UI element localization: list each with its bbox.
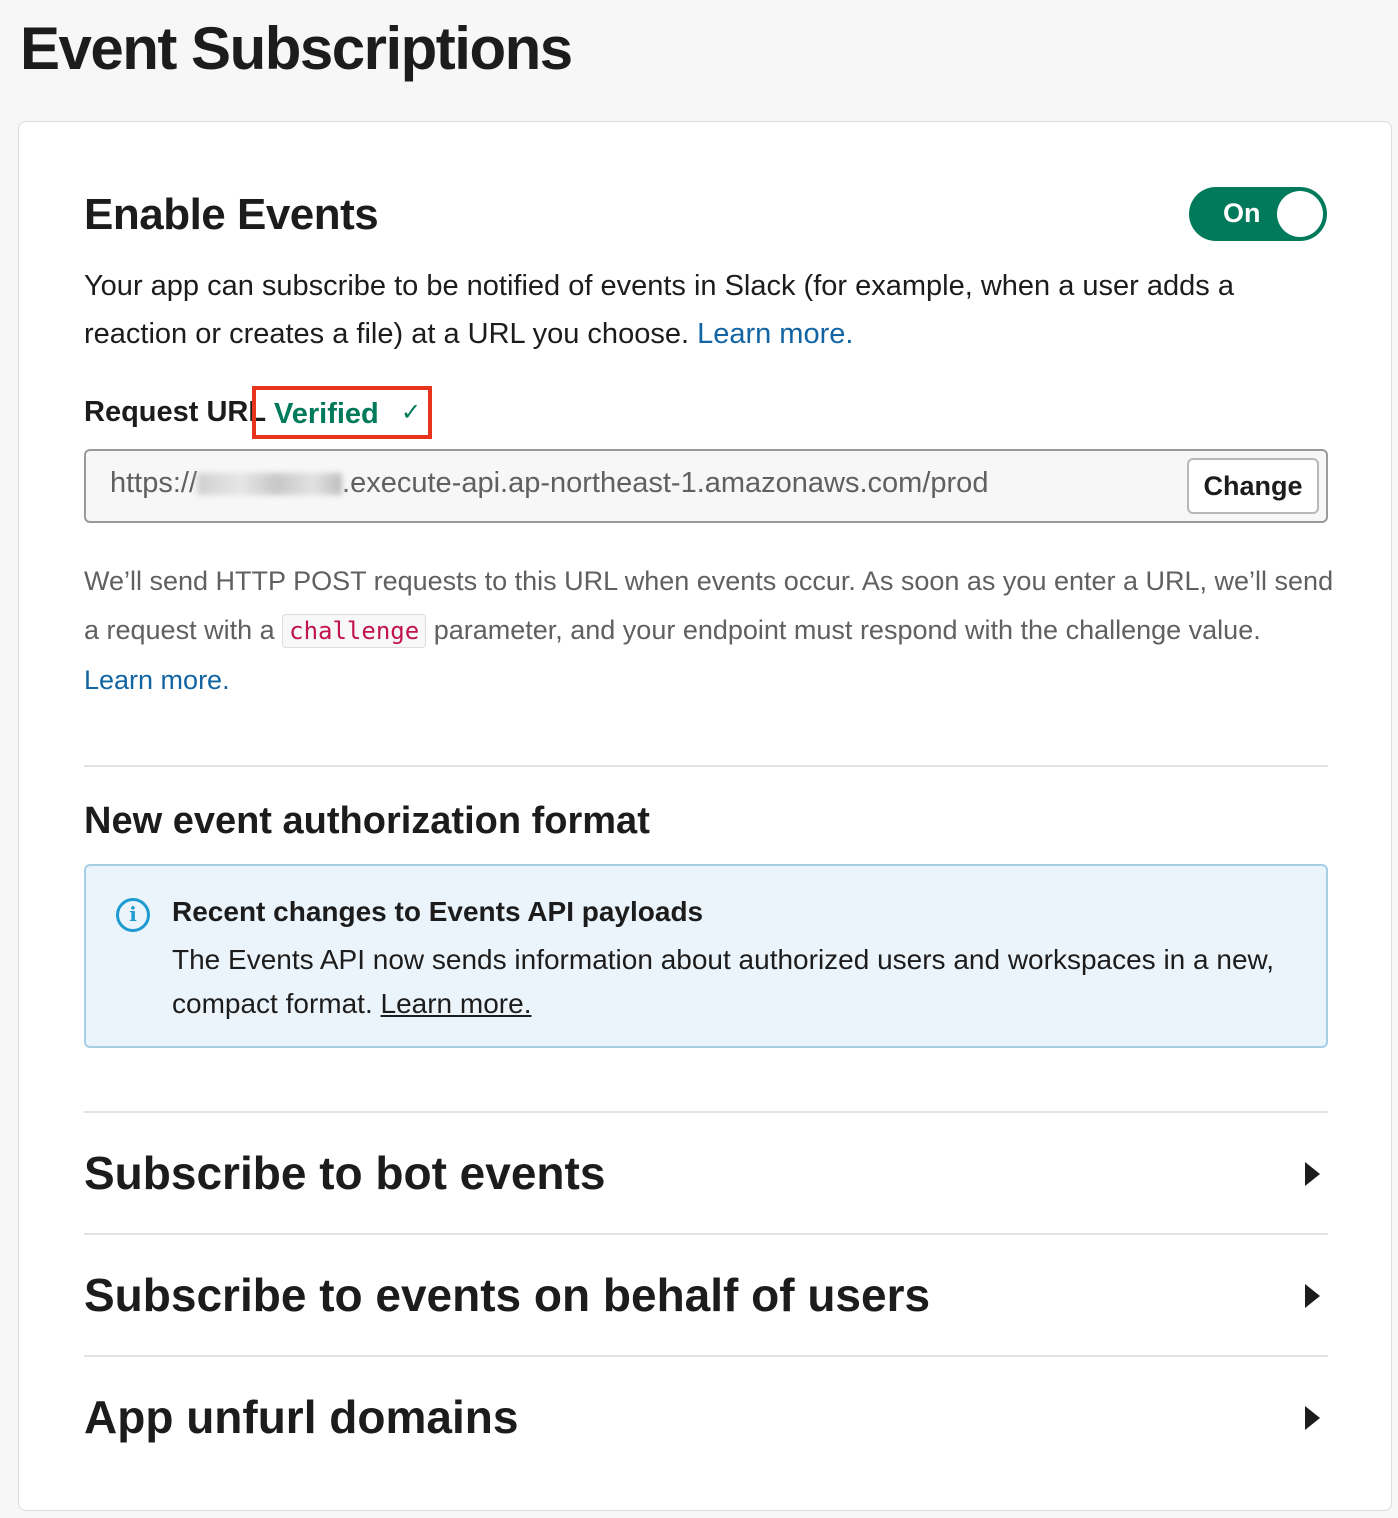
info-notice-body: The Events API now sends information abo…	[172, 938, 1292, 1026]
change-url-button[interactable]: Change	[1187, 458, 1319, 514]
request-url-field: https:// .execute-api.ap-northeast-1.amaz…	[84, 449, 1328, 523]
description-text: Your app can subscribe to be notified of…	[84, 270, 1234, 350]
info-learn-more-link[interactable]: Learn more.	[381, 988, 532, 1019]
auth-format-title: New event authorization format	[84, 800, 650, 842]
request-url-label: Request URL	[84, 396, 267, 428]
url-suffix: .execute-api.ap-northeast-1.amazonaws.co…	[342, 467, 989, 499]
request-url-value: https:// .execute-api.ap-northeast-1.amaz…	[110, 467, 988, 500]
help-learn-more-link[interactable]: Learn more.	[84, 665, 230, 695]
toggle-label: On	[1223, 198, 1261, 228]
caret-right-icon	[1305, 1284, 1320, 1308]
enable-events-toggle[interactable]: On	[1189, 187, 1327, 241]
checkmark-icon: ✓	[401, 399, 422, 426]
info-notice-text: The Events API now sends information abo…	[172, 944, 1274, 1019]
section-user-events[interactable]: Subscribe to events on behalf of users	[84, 1234, 1328, 1354]
section-title: Subscribe to events on behalf of users	[84, 1269, 931, 1321]
learn-more-link[interactable]: Learn more.	[697, 318, 853, 350]
toggle-knob	[1277, 191, 1323, 237]
section-title: App unfurl domains	[84, 1391, 519, 1443]
event-subscriptions-card: Enable Events On Your app can subscribe …	[18, 121, 1392, 1511]
caret-right-icon	[1305, 1406, 1320, 1430]
verified-status: Verified	[274, 398, 379, 430]
enable-events-description: Your app can subscribe to be notified of…	[84, 262, 1334, 358]
info-icon: i	[116, 898, 150, 932]
challenge-code: challenge	[282, 614, 427, 648]
info-notice-title: Recent changes to Events API payloads	[172, 896, 704, 927]
redacted-url-segment	[197, 473, 343, 496]
url-prefix: https://	[110, 467, 198, 499]
section-title: Subscribe to bot events	[84, 1147, 606, 1199]
page-title: Event Subscriptions	[20, 15, 573, 82]
section-unfurl-domains[interactable]: App unfurl domains	[84, 1356, 1328, 1476]
caret-right-icon	[1305, 1162, 1320, 1186]
divider	[84, 765, 1328, 767]
section-bot-events[interactable]: Subscribe to bot events	[84, 1112, 1328, 1232]
enable-events-title: Enable Events	[84, 190, 379, 239]
request-url-help: We’ll send HTTP POST requests to this UR…	[84, 557, 1334, 705]
info-notice: i Recent changes to Events API payloads …	[84, 864, 1328, 1048]
help-text-2: parameter, and your endpoint must respon…	[433, 615, 1261, 645]
